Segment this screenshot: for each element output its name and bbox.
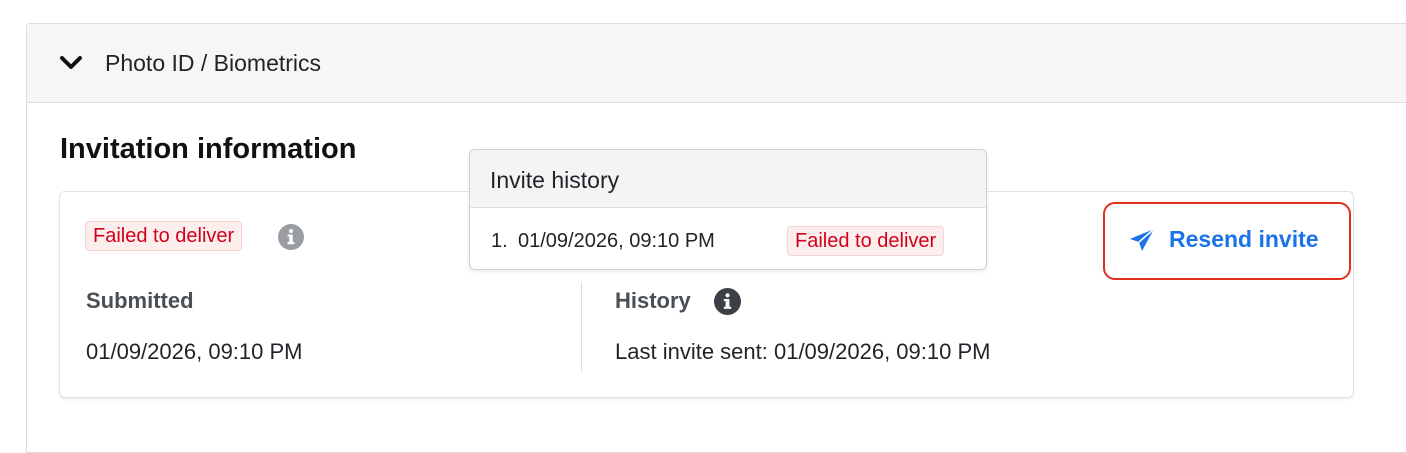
invite-history-popover: Invite history 1. 01/09/2026, 09:10 PM F… bbox=[469, 149, 987, 270]
paper-plane-icon bbox=[1130, 228, 1155, 251]
submitted-label: Submitted bbox=[86, 288, 194, 313]
history-list-item: 1. 01/09/2026, 09:10 PM Failed to delive… bbox=[491, 226, 986, 258]
submitted-value: 01/09/2026, 09:10 PM bbox=[86, 339, 303, 364]
history-item-date: 01/09/2026, 09:10 PM bbox=[518, 230, 715, 252]
panel-title: Photo ID / Biometrics bbox=[105, 50, 322, 76]
popover-title: Invite history bbox=[490, 167, 620, 193]
resend-invite-label: Resend invite bbox=[1169, 226, 1319, 252]
popover-header: Invite history bbox=[470, 150, 986, 208]
history-label: History bbox=[615, 288, 691, 313]
chevron-down-icon[interactable] bbox=[59, 53, 83, 73]
history-info-icon[interactable] bbox=[714, 288, 741, 315]
history-item-index: 1. bbox=[491, 230, 508, 252]
last-invite-sent: Last invite sent: 01/09/2026, 09:10 PM bbox=[615, 339, 991, 364]
status-badge: Failed to deliver bbox=[85, 221, 243, 251]
invitation-heading: Invitation information bbox=[60, 133, 357, 165]
panel-header[interactable]: Photo ID / Biometrics bbox=[27, 24, 1406, 103]
history-item-status-badge: Failed to deliver bbox=[787, 226, 945, 256]
column-divider bbox=[581, 282, 582, 372]
resend-invite-button[interactable]: Resend invite bbox=[1103, 202, 1351, 280]
info-icon[interactable] bbox=[278, 224, 304, 250]
